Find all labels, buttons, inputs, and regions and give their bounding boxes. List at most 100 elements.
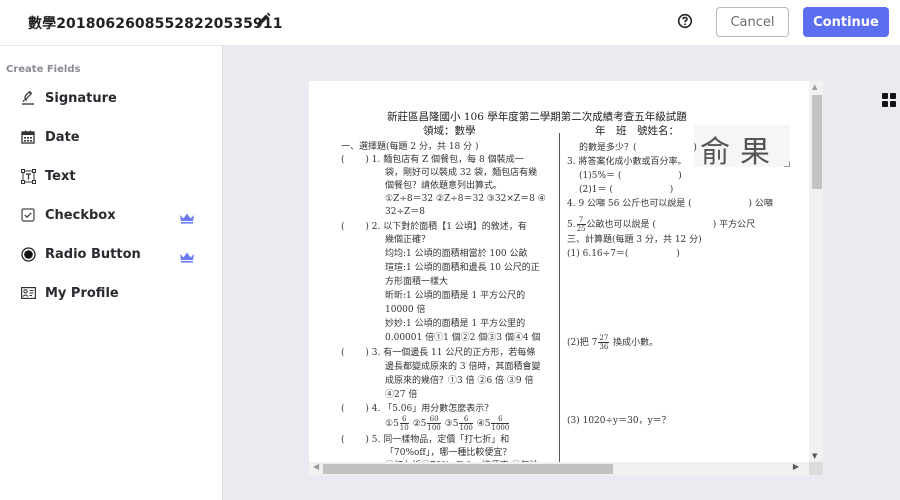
- document-title: 數學20180626085528220535911: [28, 16, 283, 32]
- doc-line: 3. 將答案化成小數或百分率。: [567, 157, 687, 167]
- q4-option-prefix: ②5: [412, 419, 427, 429]
- doc-line: ( ) 4. 「5.06」用分數怎麼表示？: [341, 404, 494, 414]
- doc-line: 方形面積一樣大: [385, 277, 449, 287]
- doc-line: 瑄瑄:1 公頃的面積和邊長 10 公尺的正: [385, 263, 540, 273]
- fraction-numerator: 7: [576, 216, 586, 225]
- doc-line: 妙妙:1 公頃的面積是 1 平方公里的: [385, 319, 526, 329]
- field-item-signature[interactable]: Signature: [0, 83, 222, 113]
- fraction: 27 36: [598, 334, 610, 351]
- fraction-numerator: 60: [427, 415, 441, 424]
- field-label: Text: [45, 168, 76, 184]
- fraction-numerator: 6: [459, 415, 473, 424]
- calc-2-prefix: (2)把: [567, 338, 589, 348]
- document-canvas-area: 新莊區昌隆國小 106 學年度第二學期第二次成績考查五年級試題 領域：數學 年 …: [222, 45, 900, 500]
- fraction-denominator: 36: [599, 343, 609, 351]
- premium-crown-icon: [179, 209, 195, 224]
- column-divider: [559, 133, 560, 462]
- field-item-text[interactable]: Text: [0, 161, 222, 191]
- field-item-my-profile[interactable]: My Profile: [0, 278, 222, 308]
- calc-2-line: (2)把 7 27 36 換成小數。: [567, 334, 658, 351]
- cancel-button[interactable]: Cancel: [716, 7, 789, 37]
- field-item-checkbox[interactable]: Checkbox: [0, 200, 222, 230]
- sidebar-heading: Create Fields: [6, 64, 81, 75]
- doc-line: 4. 9 公噸 56 公斤也可以說是 ( ) 公噸: [567, 199, 773, 209]
- doc-line: 0.00001 倍①1 個②2 個③3 個④4 個: [385, 333, 541, 343]
- scroll-left-arrow-icon[interactable]: ◀: [313, 462, 319, 471]
- field-label: Checkbox: [45, 207, 116, 223]
- doc-line: 幾個正確？: [385, 235, 431, 245]
- doc-line: 32÷Z＝8: [385, 207, 425, 217]
- doc-line: (1) 6.16÷7＝( ): [567, 249, 680, 259]
- create-fields-sidebar: Create Fields Signature Date Text Checkb…: [0, 45, 222, 500]
- signature-field[interactable]: 俞果: [694, 125, 790, 170]
- fraction: 7 25: [576, 216, 586, 233]
- text-box-icon: [20, 168, 36, 184]
- doc-line: 成原來的幾倍？①3 倍 ②6 倍 ③9 倍: [385, 376, 534, 386]
- calendar-icon: [20, 129, 36, 145]
- q4-option-prefix: ④5: [476, 419, 491, 429]
- doc-line: ①Z÷8＝32 ②Z÷8＝32 ③32×Z＝8 ④: [385, 194, 546, 204]
- doc-line: 均均:1 公頃的面積相當於 100 公畝: [385, 249, 528, 259]
- scroll-right-arrow-icon[interactable]: ▶: [793, 462, 799, 471]
- doc-line: 「70%off」，哪一種比較便宜？: [385, 448, 512, 458]
- top-header: 數學20180626085528220535911 Cancel Continu…: [0, 0, 900, 45]
- q5-text: 公畝也可以說是 ( ) 平方公尺: [586, 220, 756, 230]
- fraction: 60 100: [427, 415, 441, 432]
- q4-options: ①5 6 10 ②5 60 100 ③5 6 100 ④5 6 1000: [385, 415, 510, 432]
- field-label: My Profile: [45, 285, 119, 301]
- signature-value: 俞果: [700, 135, 780, 170]
- exam-title: 新莊區昌隆國小 106 學年度第二學期第二次成績考查五年級試題: [387, 111, 687, 123]
- field-label: Signature: [45, 90, 117, 106]
- scroll-up-arrow-icon[interactable]: ▲: [812, 83, 817, 91]
- q5-prefix: 5.: [567, 220, 576, 230]
- field-item-date[interactable]: Date: [0, 122, 222, 152]
- resize-handle[interactable]: [784, 161, 790, 167]
- document-page[interactable]: 新莊區昌隆國小 106 學年度第二學期第二次成績考查五年級試題 領域：數學 年 …: [309, 81, 809, 462]
- q4-option-prefix: ③5: [444, 419, 459, 429]
- doc-line: ( ) 1. 麵包店有 Z 個餐包，每 8 個裝成一: [341, 155, 524, 165]
- fraction-denominator: 10: [399, 424, 409, 432]
- vertical-scroll-thumb[interactable]: [812, 95, 822, 189]
- radio-button-icon: [20, 246, 36, 262]
- doc-line: 三、計算題(每題 3 分，共 12 分): [567, 235, 702, 245]
- fraction-numerator: 6: [491, 415, 510, 424]
- doc-line: 的數是多少？( ): [579, 143, 697, 153]
- doc-line: ( ) 3. 有一個邊長 11 公尺的正方形，若每條: [341, 348, 536, 358]
- fraction-denominator: 100: [427, 424, 441, 432]
- document-viewer[interactable]: 新莊區昌隆國小 106 學年度第二學期第二次成績考查五年級試題 領域：數學 年 …: [309, 81, 823, 475]
- exam-subject: 領域：數學: [423, 125, 476, 137]
- horizontal-scrollbar[interactable]: ◀ ▶: [309, 462, 809, 475]
- scroll-down-arrow-icon[interactable]: ▼: [812, 452, 817, 460]
- thumbnail-grid-icon[interactable]: [882, 92, 896, 107]
- vertical-scrollbar[interactable]: ▲ ▼: [809, 81, 823, 462]
- q4-option-prefix: ①5: [385, 419, 399, 429]
- fraction: 6 100: [459, 415, 473, 432]
- doc-line: 10000 倍: [385, 305, 426, 315]
- doc-line: ( ) 5. 同一樣物品，定價「打七折」和: [341, 435, 510, 445]
- doc-line: 個餐包？請依題意列出算式。: [385, 181, 503, 191]
- fraction-numerator: 27: [598, 334, 610, 343]
- doc-line: ( ) 2. 以下對於面積【1 公頃】的敘述，有: [341, 222, 527, 232]
- help-question-icon[interactable]: [677, 13, 693, 29]
- fraction-denominator: 100: [459, 424, 473, 432]
- field-label: Date: [45, 129, 80, 145]
- doc-line: 邊長都變成原來的 3 倍時，其面積會變: [385, 362, 541, 372]
- premium-crown-icon: [179, 248, 195, 263]
- scrollbar-corner: [809, 462, 823, 475]
- continue-button[interactable]: Continue: [803, 7, 889, 37]
- pencil-edit-icon[interactable]: [255, 12, 271, 28]
- fraction-denominator: 25: [576, 225, 586, 233]
- horizontal-scroll-thumb[interactable]: [323, 464, 613, 474]
- fraction: 6 10: [399, 415, 409, 432]
- doc-line: ④27 倍: [385, 390, 418, 400]
- field-item-radio-button[interactable]: Radio Button: [0, 239, 222, 269]
- signature-pen-icon: [20, 90, 36, 106]
- doc-line: (1)5%＝ ( ): [579, 171, 682, 181]
- field-label: Radio Button: [45, 246, 141, 262]
- fraction-numerator: 6: [399, 415, 409, 424]
- doc-line: 昕昕:1 公頃的面積是 1 平方公尺的: [385, 291, 526, 301]
- calc-2-suffix: 換成小數。: [613, 338, 659, 348]
- q5-line: 5. 7 25 公畝也可以說是 ( ) 平方公尺: [567, 216, 755, 233]
- checkbox-icon: [20, 207, 36, 223]
- exam-class-name-line: 年 班 號姓名：: [595, 125, 679, 137]
